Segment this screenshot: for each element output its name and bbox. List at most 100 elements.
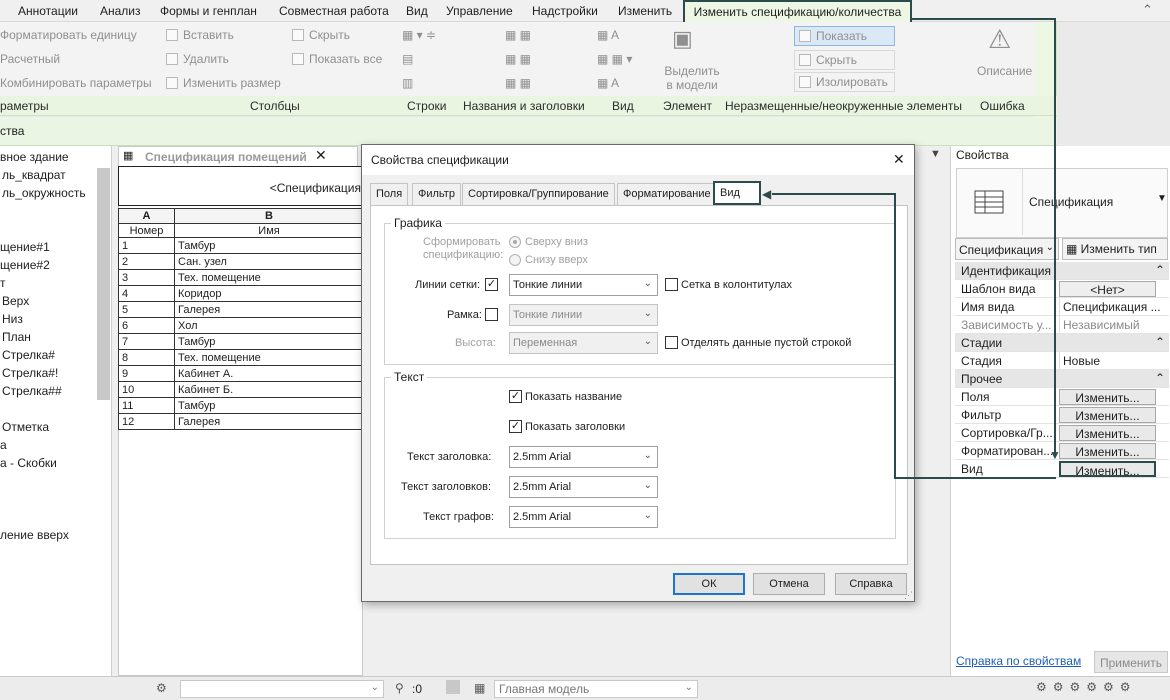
tab-filter[interactable]: Фильтр: [412, 183, 461, 205]
title-text-dropdown[interactable]: 2.5mm Arial ⌄: [509, 446, 658, 468]
close-icon[interactable]: ✕: [893, 151, 905, 168]
apply-button[interactable]: Применить: [1094, 651, 1168, 673]
menu-manage[interactable]: Управление: [446, 4, 513, 18]
edit-fields-button[interactable]: Изменить...: [1059, 389, 1156, 405]
view-tools-icons-3[interactable]: ▦ A: [597, 76, 619, 90]
cell-number[interactable]: 8: [118, 349, 175, 366]
browser-item[interactable]: т: [0, 276, 6, 290]
type-selector[interactable]: Спецификация ⌄: [955, 238, 1059, 260]
browser-item[interactable]: Стрелка#!: [2, 366, 58, 380]
menu-view[interactable]: Вид: [406, 4, 428, 18]
prop-viewname[interactable]: Имя вида Спецификация ...: [955, 298, 1169, 316]
titles-icons[interactable]: ▦ ▦: [505, 28, 531, 42]
group-other[interactable]: Прочее ⌃: [955, 370, 1169, 388]
browser-item[interactable]: Отметка: [2, 420, 49, 434]
prop-template[interactable]: Шаблон вида <Нет>: [955, 280, 1169, 298]
help-button[interactable]: Справка: [835, 573, 907, 595]
resize-grip-icon[interactable]: ⋰: [904, 590, 913, 601]
collapse-icon[interactable]: ⌃: [1155, 335, 1165, 349]
menu-modify[interactable]: Изменить: [618, 4, 672, 18]
highlight-in-model-button[interactable]: Выделить в модели: [662, 64, 722, 92]
dialog-titlebar[interactable]: Свойства спецификации ✕: [362, 145, 914, 175]
exclude-options-icon[interactable]: ▦: [474, 681, 485, 695]
table-row[interactable]: 8 Тех. помещение: [118, 349, 364, 366]
menu-modify-schedule-tab[interactable]: Изменить спецификацию/количества: [683, 0, 912, 23]
cell-name[interactable]: Тамбур: [174, 397, 364, 414]
table-row[interactable]: 4 Коридор: [118, 285, 364, 302]
rows-resize-icon[interactable]: ▥: [402, 76, 413, 90]
cell-number[interactable]: 2: [118, 253, 175, 270]
show-title-checkbox[interactable]: ✓: [509, 390, 522, 403]
prop-view[interactable]: Вид Изменить...: [955, 460, 1169, 478]
tab-fields[interactable]: Поля: [370, 183, 409, 205]
view-tools-icons-2[interactable]: ▦ ▦ ▾: [597, 52, 632, 66]
frame-dropdown[interactable]: Тонкие линии ⌄: [509, 304, 658, 326]
browser-item[interactable]: а: [0, 438, 7, 452]
browser-item[interactable]: Низ: [2, 312, 23, 326]
ribbon-unhide-all[interactable]: Показать все: [292, 52, 382, 66]
table-row[interactable]: 1 Тамбур: [118, 237, 364, 254]
prop-sort[interactable]: Сортировка/Гр... Изменить...: [955, 424, 1169, 442]
worksets-dropdown[interactable]: ⌄: [180, 680, 384, 698]
titles-icons-3[interactable]: ▦ ▦: [505, 76, 531, 90]
browser-item[interactable]: Верх: [2, 294, 29, 308]
table-row[interactable]: 12 Галерея: [118, 413, 364, 430]
model-dropdown[interactable]: Главная модель ⌄: [494, 680, 698, 698]
edit-type-button[interactable]: ▦ Изменить тип: [1062, 238, 1168, 260]
table-row[interactable]: 11 Тамбур: [118, 397, 364, 414]
browser-item[interactable]: щение#2: [0, 258, 50, 272]
height-dropdown[interactable]: Переменная ⌄: [509, 332, 658, 354]
group-identity[interactable]: Идентификация ⌃: [955, 262, 1169, 280]
browser-item[interactable]: Стрелка#: [2, 348, 55, 362]
cell-name[interactable]: Тех. помещение: [174, 349, 364, 366]
cell-name[interactable]: Галерея: [174, 301, 364, 318]
menu-analysis[interactable]: Анализ: [100, 4, 141, 18]
prop-format[interactable]: Форматирован... Изменить...: [955, 442, 1169, 460]
type-chevron-icon[interactable]: ▼: [1157, 193, 1167, 204]
table-row[interactable]: 3 Тех. помещение: [118, 269, 364, 286]
rows-insert-icon[interactable]: ▦ ▾ ≑: [402, 28, 436, 42]
cell-name[interactable]: Кабинет Б.: [174, 381, 364, 398]
browser-item[interactable]: а - Скобки: [0, 456, 57, 470]
menu-massing[interactable]: Формы и генплан: [160, 4, 257, 18]
cell-number[interactable]: 4: [118, 285, 175, 302]
unplaced-hide-button[interactable]: Скрыть: [794, 50, 895, 70]
menu-addins[interactable]: Надстройки: [532, 4, 598, 18]
edit-view-button[interactable]: Изменить...: [1059, 461, 1156, 478]
cancel-button[interactable]: Отмена: [753, 573, 825, 595]
cell-name[interactable]: Тамбур: [174, 333, 364, 350]
cell-name[interactable]: Хол: [174, 317, 364, 334]
browser-item[interactable]: ль_квадрат: [2, 168, 66, 182]
grid-lines-checkbox[interactable]: ✓: [485, 278, 498, 291]
group-stages[interactable]: Стадии ⌃: [955, 334, 1169, 352]
cell-number[interactable]: 11: [118, 397, 175, 414]
ribbon-hide-col[interactable]: Скрыть: [292, 28, 350, 42]
error-description-button[interactable]: Описание: [977, 64, 1032, 78]
menu-collaborate[interactable]: Совместная работа: [279, 4, 389, 18]
blank-row-checkbox[interactable]: [665, 336, 678, 349]
cell-number[interactable]: 1: [118, 237, 175, 254]
template-button[interactable]: <Нет>: [1059, 281, 1156, 297]
cell-number[interactable]: 5: [118, 301, 175, 318]
menu-annotations[interactable]: Аннотации: [18, 4, 78, 18]
ok-button[interactable]: ОК: [673, 573, 745, 595]
editable-icon[interactable]: ⚲: [395, 681, 404, 695]
cell-name[interactable]: Тех. помещение: [174, 269, 364, 286]
body-text-dropdown[interactable]: 2.5mm Arial ⌄: [509, 506, 658, 528]
grid-lines-dropdown[interactable]: Тонкие линии ⌄: [509, 274, 658, 296]
ribbon-calculated[interactable]: Расчетный: [0, 52, 60, 66]
build-top-radio[interactable]: [509, 236, 521, 248]
table-row[interactable]: 7 Тамбур: [118, 333, 364, 350]
tab-appearance[interactable]: Вид: [713, 181, 761, 205]
tab-formatting[interactable]: Форматирование: [617, 183, 717, 205]
column-letter[interactable]: B: [174, 208, 364, 224]
ribbon-combine-params[interactable]: Комбинировать параметры: [0, 76, 152, 90]
edit-format-button[interactable]: Изменить...: [1059, 443, 1156, 459]
titles-icons-2[interactable]: ▦ ▦: [505, 52, 531, 66]
browser-item[interactable]: ль_окружность: [2, 186, 86, 200]
table-row[interactable]: 5 Галерея: [118, 301, 364, 318]
cell-number[interactable]: 9: [118, 365, 175, 382]
browser-scrollbar[interactable]: [97, 168, 110, 400]
close-tab-icon[interactable]: ✕: [315, 147, 327, 164]
selection-filter-icons[interactable]: ⚙⚙⚙⚙⚙⚙: [1036, 680, 1137, 694]
